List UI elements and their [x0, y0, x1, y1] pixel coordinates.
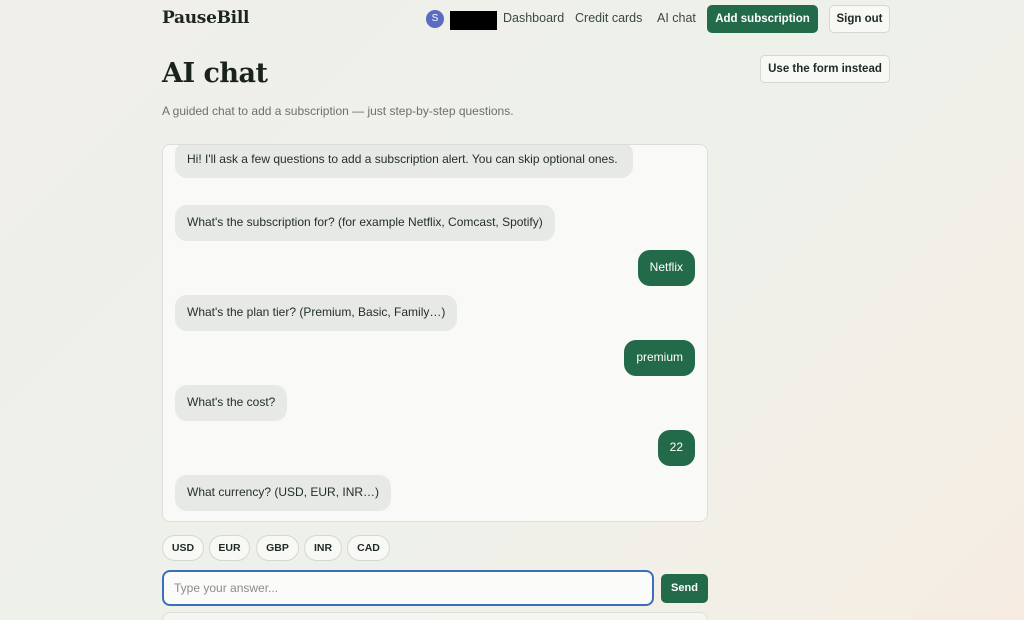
quick-reply-eur[interactable]: EUR: [209, 535, 250, 561]
quick-reply-gbp[interactable]: GBP: [256, 535, 299, 561]
redacted-username: [450, 11, 497, 30]
quick-reply-cad[interactable]: CAD: [347, 535, 390, 561]
nav-dashboard[interactable]: Dashboard: [503, 11, 564, 25]
assistant-message: What's the subscription for? (for exampl…: [175, 205, 555, 241]
user-message: 22: [657, 430, 695, 466]
nav-ai-chat[interactable]: AI chat: [657, 11, 696, 25]
page-subtitle: A guided chat to add a subscription — ju…: [162, 104, 514, 118]
app-logo[interactable]: PauseBill: [162, 8, 249, 28]
answer-input[interactable]: [162, 570, 654, 606]
user-avatar[interactable]: S: [426, 10, 444, 28]
add-subscription-button[interactable]: Add subscription: [707, 5, 818, 33]
nav-credit-cards[interactable]: Credit cards: [575, 11, 642, 25]
assistant-message: Hi! I'll ask a few questions to add a su…: [175, 145, 633, 178]
page-title: AI chat: [162, 58, 268, 89]
send-button[interactable]: Send: [661, 574, 708, 603]
assistant-message: What's the plan tier? (Premium, Basic, F…: [175, 295, 458, 331]
user-message: premium: [624, 340, 695, 376]
lower-panel-edge: [162, 612, 708, 620]
use-form-button[interactable]: Use the form instead: [760, 55, 890, 83]
quick-reply-usd[interactable]: USD: [162, 535, 204, 561]
assistant-message: What's the cost?: [175, 385, 288, 421]
sign-out-button[interactable]: Sign out: [829, 5, 890, 33]
quick-reply-inr[interactable]: INR: [304, 535, 342, 561]
top-navigation: PauseBill S Dashboard Credit cards AI ch…: [0, 0, 1024, 38]
assistant-message: What currency? (USD, EUR, INR…): [175, 475, 392, 511]
chat-transcript[interactable]: Hi! I'll ask a few questions to add a su…: [162, 144, 708, 522]
user-message: Netflix: [637, 250, 695, 286]
